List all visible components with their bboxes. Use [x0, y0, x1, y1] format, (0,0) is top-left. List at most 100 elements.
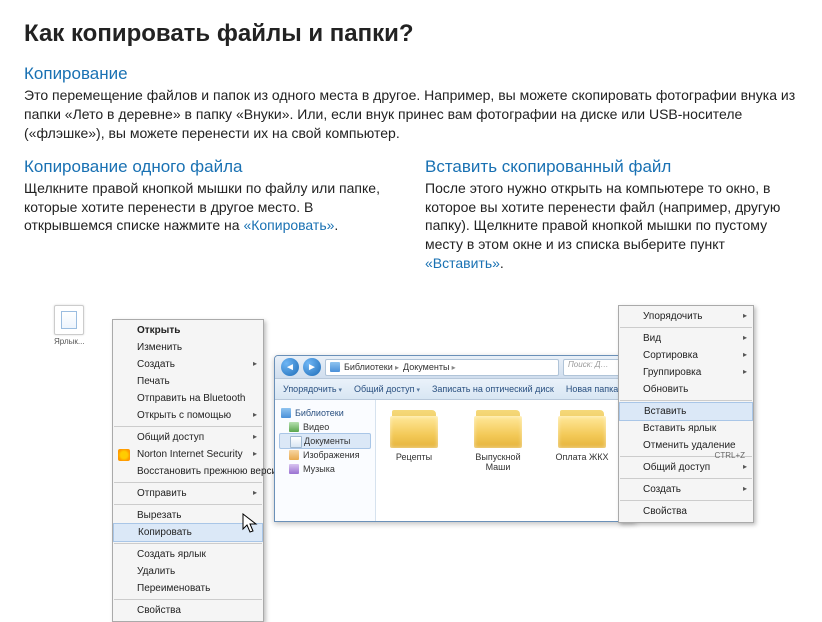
section-text-copy-one: Щелкните правой кнопкой мышки по файлу и… [24, 179, 397, 236]
sidebar-item[interactable]: Изображения [279, 448, 371, 462]
menu-item[interactable]: Отправить [113, 485, 263, 502]
explorer-titlebar: ◄ ► БиблиотекиДокументы Поиск: Д… [275, 356, 635, 379]
folder-item[interactable]: Оплата ЖКХ [550, 410, 614, 513]
folder-label: Оплата ЖКХ [555, 452, 608, 462]
sidebar-item[interactable]: Видео [279, 420, 371, 434]
menu-item-label: Отменить удаление [643, 440, 736, 451]
menu-item-label: Обновить [643, 384, 688, 395]
menu-item-label: Вид [643, 333, 661, 344]
menu-item-label: Вставить [644, 406, 686, 417]
context-menu: Упорядочить Вид Сортировка Группировка Обнов… [618, 305, 754, 523]
sidebar-item-icon [289, 422, 299, 432]
menu-item[interactable]: Группировка [619, 364, 753, 381]
menu-separator [620, 327, 752, 328]
menu-item-label: Изменить [137, 342, 182, 353]
menu-item[interactable]: Отправить на Bluetooth [113, 390, 263, 407]
file-icon[interactable] [54, 305, 84, 335]
section-text-paste: После этого нужно открыть на компьютере … [425, 179, 798, 273]
menu-item-label: Отправить [137, 488, 187, 499]
menu-item-label: Группировка [643, 367, 701, 378]
menu-item[interactable]: Общий доступ [113, 429, 263, 446]
folder-item[interactable]: Выпускной Маши [466, 410, 530, 513]
explorer-toolbar: Упорядочить Общий доступ Записать на оптич… [275, 379, 635, 400]
menu-item[interactable]: Открыть [113, 322, 263, 339]
folder-item[interactable]: Рецепты [382, 410, 446, 513]
menu-item[interactable]: Удалить [113, 563, 263, 580]
menu-item[interactable]: Создать ярлык [113, 546, 263, 563]
menu-item[interactable]: Восстановить прежнюю версию [113, 463, 263, 480]
section-heading-paste: Вставить скопированный файл [425, 157, 798, 177]
explorer-window: ◄ ► БиблиотекиДокументы Поиск: Д… Упоряд… [274, 355, 636, 522]
menu-separator [620, 400, 752, 401]
menu-item-label: Удалить [137, 566, 175, 577]
shield-icon [118, 449, 130, 461]
menu-separator [114, 599, 262, 600]
menu-item[interactable]: Сортировка [619, 347, 753, 364]
folder-icon [390, 410, 438, 448]
menu-separator [620, 478, 752, 479]
menu-item-label: Вставить ярлык [643, 423, 716, 434]
menu-separator [114, 426, 262, 427]
menu-item-label: Переименовать [137, 583, 210, 594]
menu-item-label: Сортировка [643, 350, 698, 361]
section-heading-copy-one: Копирование одного файла [24, 157, 397, 177]
menu-separator [114, 482, 262, 483]
section-heading-copy: Копирование [24, 64, 798, 84]
text-fragment: . [334, 217, 338, 233]
breadcrumb-item[interactable]: Документы [403, 362, 456, 372]
menu-item-label: Открыть с помощью [137, 410, 231, 421]
screenshot-explorer-paste: ◄ ► БиблиотекиДокументы Поиск: Д… Упоряд… [274, 305, 754, 515]
menu-item-label: Вырезать [137, 510, 181, 521]
breadcrumb-item[interactable]: Библиотеки [344, 362, 399, 372]
sidebar-item[interactable]: Музыка [279, 462, 371, 476]
menu-item[interactable]: Упорядочить [619, 308, 753, 325]
sidebar-item[interactable]: Документы [279, 433, 371, 449]
menu-item[interactable]: Переименовать [113, 580, 263, 597]
menu-item[interactable]: Создать [113, 356, 263, 373]
address-bar[interactable]: Библиотеки Документы [325, 359, 559, 376]
text-fragment: После этого нужно открыть на компьютере … [425, 180, 780, 253]
folder-label: Выпускной Маши [466, 452, 530, 472]
nav-forward-button[interactable]: ► [303, 358, 321, 376]
menu-item-label: Печать [137, 376, 170, 387]
menu-item[interactable]: Norton Internet Security [113, 446, 263, 463]
menu-item[interactable]: Создать [619, 481, 753, 498]
action-copy: «Копировать» [243, 217, 334, 233]
toolbar-button[interactable]: Записать на оптический диск [432, 384, 554, 394]
menu-item[interactable]: Общий доступ [619, 459, 753, 476]
menu-item[interactable]: Открыть с помощью [113, 407, 263, 424]
action-paste: «Вставить» [425, 255, 500, 271]
menu-item[interactable]: Отменить удалениеCTRL+Z [619, 437, 753, 454]
menu-item-label: Отправить на Bluetooth [137, 393, 245, 404]
menu-item[interactable]: Вырезать [113, 507, 263, 524]
menu-item[interactable]: Свойства [619, 503, 753, 520]
toolbar-button[interactable]: Новая папка [566, 384, 618, 394]
menu-item[interactable]: Печать [113, 373, 263, 390]
menu-item[interactable]: Копировать [113, 523, 263, 542]
explorer-sidebar: БиблиотекиВидеоДокументыИзображенияМузык… [275, 400, 376, 522]
sidebar-item-icon [289, 464, 299, 474]
menu-item[interactable]: Обновить [619, 381, 753, 398]
menu-item[interactable]: Вид [619, 330, 753, 347]
menu-item[interactable]: Изменить [113, 339, 263, 356]
menu-item[interactable]: Вставить ярлык [619, 420, 753, 437]
library-icon [281, 408, 291, 418]
nav-back-button[interactable]: ◄ [281, 358, 299, 376]
menu-separator [620, 500, 752, 501]
folder-icon [474, 410, 522, 448]
toolbar-button[interactable]: Общий доступ [354, 384, 420, 394]
page-title: Как копировать файлы и папки? [24, 20, 798, 48]
menu-item-label: Создать ярлык [137, 549, 206, 560]
sidebar-header[interactable]: Библиотеки [279, 406, 371, 420]
menu-item-label: Общий доступ [137, 432, 204, 443]
text-fragment: . [500, 255, 504, 271]
menu-item-label: Восстановить прежнюю версию [137, 466, 285, 477]
library-icon [330, 362, 340, 372]
menu-item[interactable]: Свойства [113, 602, 263, 619]
explorer-files-area[interactable]: Рецепты Выпускной Маши Оплата ЖКХ [376, 400, 635, 522]
cursor-icon [242, 513, 260, 535]
menu-item-label: Norton Internet Security [137, 449, 243, 460]
toolbar-button[interactable]: Упорядочить [283, 384, 342, 394]
menu-item[interactable]: Вставить [619, 402, 753, 421]
menu-item-label: Упорядочить [643, 311, 703, 322]
